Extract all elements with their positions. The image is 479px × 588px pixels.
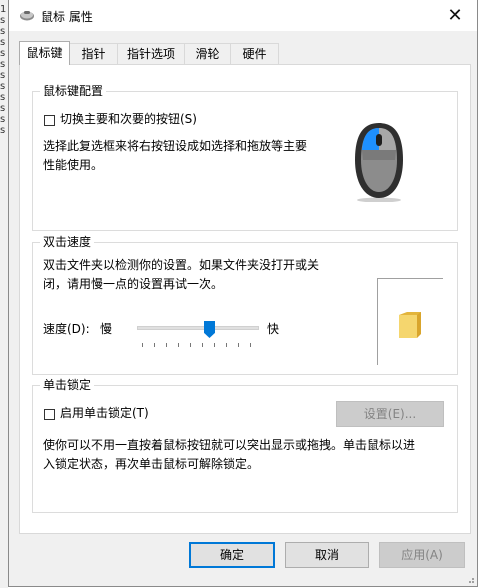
double-click-description: 双击文件夹以检测你的设置。如果文件夹没打开或关 — [43, 258, 320, 272]
background-window-strip: 1 s s s s s s s s s s s — [0, 0, 8, 588]
click-lock-description: 使你可以不用一直按着鼠标按钮就可以突出显示或拖拽。单击鼠标以进 — [43, 438, 416, 452]
slider-tick — [154, 343, 155, 347]
slider-tick — [250, 343, 251, 347]
click-lock-label[interactable]: 启用单击锁定(T) — [60, 404, 149, 423]
close-icon: ✕ — [447, 5, 463, 26]
tab-hardware[interactable]: 硬件 — [230, 43, 279, 64]
tab-buttons[interactable]: 鼠标键 — [19, 41, 70, 65]
speed-label: 速度(D): — [43, 322, 90, 336]
slow-label: 慢 — [100, 322, 113, 336]
slider-thumb[interactable] — [204, 321, 215, 338]
background-text: s — [0, 125, 6, 136]
tab-pointer-options[interactable]: 指针选项 — [117, 43, 185, 64]
ok-button[interactable]: 确定 — [189, 542, 275, 568]
tab-pointers[interactable]: 指针 — [69, 43, 118, 64]
window-title: 鼠标 属性 — [41, 10, 93, 24]
slider-tick — [214, 343, 215, 347]
cancel-button[interactable]: 取消 — [285, 542, 369, 568]
mouse-icon — [355, 123, 403, 202]
double-click-description: 闭，请用慢一点的设置再试一次。 — [43, 277, 224, 291]
group-title: 双击速度 — [40, 234, 95, 250]
switch-buttons-label[interactable]: 切换主要和次要的按钮(S) — [60, 110, 197, 129]
mouse-properties-dialog: 鼠标 属性 ✕ 鼠标键 指针 指针选项 滑轮 硬件 鼠标键配置 切换主要和次要的… — [8, 0, 478, 587]
background-text: s — [0, 92, 6, 103]
switch-buttons-checkbox[interactable] — [44, 115, 55, 126]
click-lock-checkbox[interactable] — [44, 409, 55, 420]
slider-tick — [190, 343, 191, 347]
resize-grip-icon[interactable] — [465, 574, 475, 584]
title-bar[interactable]: 鼠标 属性 ✕ — [9, 0, 477, 31]
button-config-group: 鼠标键配置 切换主要和次要的按钮(S) 选择此复选框来将右按钮设成如选择和拖放等… — [32, 83, 458, 231]
double-click-test-area[interactable] — [377, 278, 443, 365]
background-text: s — [0, 81, 6, 92]
tab-panel-buttons: 鼠标键配置 切换主要和次要的按钮(S) 选择此复选框来将右按钮设成如选择和拖放等… — [19, 64, 471, 534]
background-text: s — [0, 26, 6, 37]
double-click-speed-slider[interactable] — [137, 321, 259, 351]
slider-tick — [226, 343, 227, 347]
folder-icon[interactable] — [396, 309, 424, 339]
button-config-description: 选择此复选框来将右按钮设成如选择和拖放等主要 — [43, 139, 308, 153]
tab-wheel[interactable]: 滑轮 — [184, 43, 231, 64]
mouse-app-icon — [20, 11, 34, 21]
click-lock-description: 入锁定状态，再次单击鼠标可解除锁定。 — [43, 457, 260, 471]
click-lock-settings-button[interactable]: 设置(E)... — [336, 401, 444, 427]
background-text: s — [0, 103, 6, 114]
slider-tick — [166, 343, 167, 347]
slider-tick — [142, 343, 143, 347]
slider-track — [137, 326, 259, 330]
close-button[interactable]: ✕ — [433, 0, 477, 31]
button-config-description: 性能使用。 — [43, 158, 104, 172]
slider-tick — [202, 343, 203, 347]
group-title: 鼠标键配置 — [40, 83, 107, 99]
click-lock-group: 单击锁定 启用单击锁定(T) 设置(E)... 使你可以不用一直按着鼠标按钮就可… — [32, 377, 458, 513]
slider-tick — [178, 343, 179, 347]
fast-label: 快 — [267, 322, 280, 336]
background-text: s — [0, 48, 6, 59]
background-text: s — [0, 37, 6, 48]
background-text: 1 — [0, 4, 7, 15]
group-title: 单击锁定 — [40, 377, 95, 393]
background-text: s — [0, 59, 6, 70]
background-text: s — [0, 70, 6, 81]
slider-tick — [238, 343, 239, 347]
background-text: s — [0, 15, 6, 26]
background-text: s — [0, 114, 6, 125]
apply-button[interactable]: 应用(A) — [379, 542, 465, 568]
